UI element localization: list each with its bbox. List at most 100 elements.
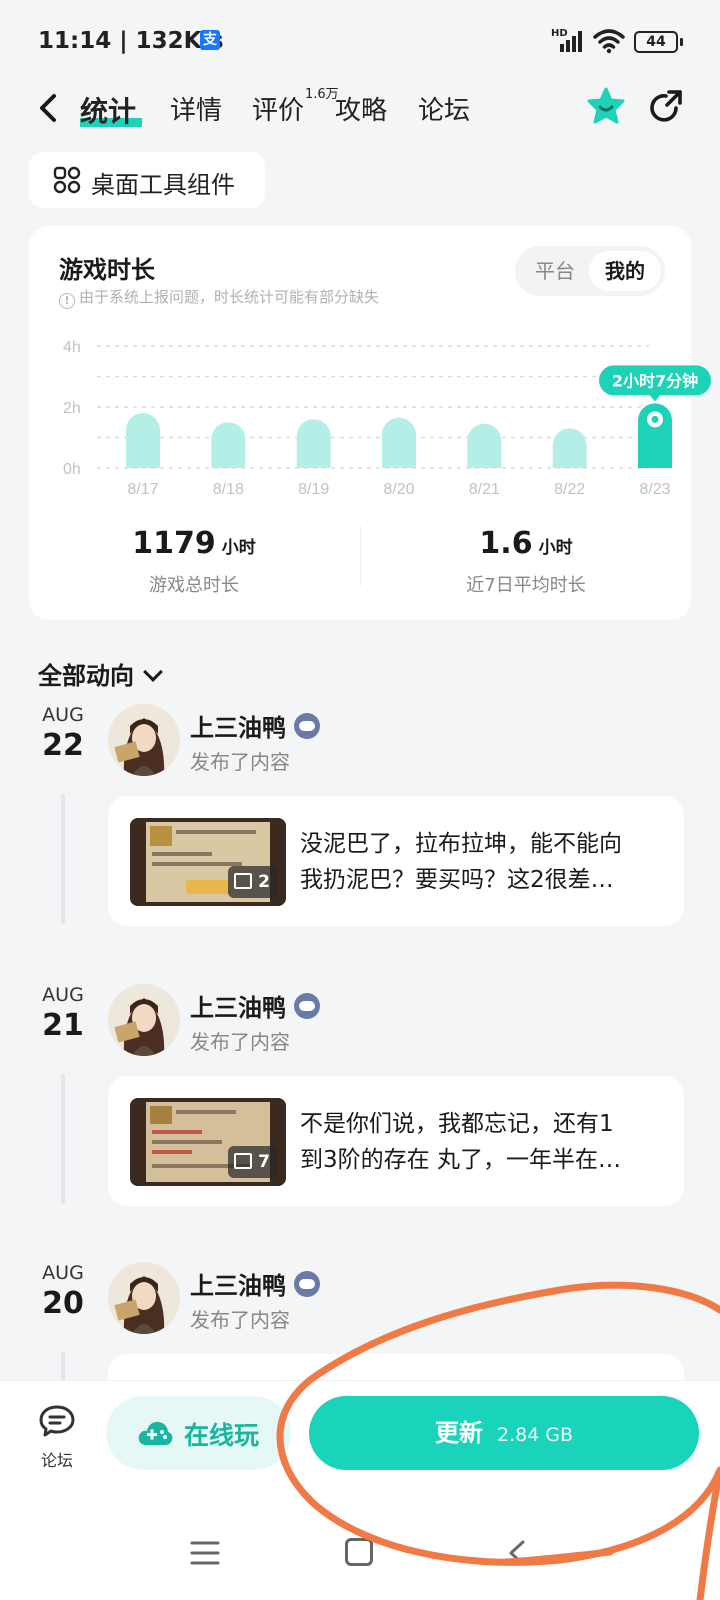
post-text-line2: 我扔泥巴？要买吗？这2很差… <box>300 867 614 893</box>
platform-toggle: 平台 我的 <box>515 246 665 296</box>
image-icon <box>234 1153 253 1169</box>
author-name[interactable]: 上三油鸭 <box>190 988 320 1023</box>
post-text: 不是你们说，我都忘记，还有1 到3阶的存在 丸了，一年半在… <box>300 1106 660 1178</box>
post-text-line1: 没泥巴了，拉布拉坤，能不能向 <box>300 831 622 857</box>
total-playtime-label: 游戏总时长 <box>149 575 239 596</box>
author-name[interactable]: 上三油鸭 <box>190 1266 320 1301</box>
grid-icon <box>53 166 81 194</box>
playtime-title: 游戏时长 <box>59 256 155 284</box>
status-time: 11:14 | 132K/s <box>38 28 224 54</box>
tab-guides[interactable]: 攻略 <box>335 90 387 127</box>
avg-playtime-value: 1.6 <box>479 526 533 561</box>
image-count-value: 7 <box>258 1152 270 1172</box>
avatar-image <box>108 984 180 1056</box>
gamepad-badge-icon <box>294 713 320 739</box>
feed-item: AUG 22 上三油鸭 发布了内容 2 没泥巴了，拉布拉坤，能不能向 我扔泥巴？… <box>0 704 720 944</box>
menu-icon[interactable] <box>190 1540 220 1566</box>
chat-bubble-icon <box>39 1405 75 1437</box>
chart-x-tick-label: 8/23 <box>639 481 670 498</box>
nav-back-icon[interactable] <box>505 1540 529 1566</box>
image-count-badge: 7 <box>228 1146 278 1178</box>
tab-stats-label: 统计 <box>80 95 137 128</box>
chart-y-tick-label: 2h <box>63 400 81 417</box>
chart-highlight-pointer <box>649 394 661 402</box>
feed-filter-label: 全部动向 <box>38 662 134 690</box>
chart-bar <box>211 422 246 468</box>
gamepad-badge-icon <box>294 993 320 1019</box>
chart-highlight-dot-center <box>651 415 659 423</box>
post-text-line1: 不是你们说，我都忘记，还有1 <box>300 1111 614 1137</box>
feed-filter-dropdown[interactable]: 全部动向 <box>38 656 163 691</box>
timeline-line <box>61 1074 65 1204</box>
author-name[interactable]: 上三油鸭 <box>190 708 320 743</box>
avg-playtime-unit: 小时 <box>538 538 573 558</box>
post-thumbnail: 2 <box>130 818 286 906</box>
star-icon[interactable] <box>586 86 626 126</box>
feed-action-text: 发布了内容 <box>190 750 290 774</box>
avg-playtime-label: 近7日平均时长 <box>466 575 586 596</box>
chevron-down-icon <box>143 662 163 682</box>
update-size: 2.84 GB <box>496 1424 574 1446</box>
tab-reviews[interactable]: 评价 <box>252 90 304 127</box>
chart-bar <box>552 428 587 468</box>
feed-action-text: 发布了内容 <box>190 1308 290 1332</box>
tab-stats[interactable]: 统计 <box>80 90 136 130</box>
avatar[interactable] <box>108 984 180 1056</box>
feed-action-text: 发布了内容 <box>190 1030 290 1054</box>
play-online-label: 在线玩 <box>184 1421 260 1450</box>
chart-bar <box>126 413 160 468</box>
home-icon[interactable] <box>345 1538 373 1566</box>
chart-x-tick-label: 8/20 <box>383 481 414 498</box>
playtime-note-text: 由于系统上报问题，时长统计可能有部分缺失 <box>79 288 380 306</box>
desktop-widget-button[interactable]: 桌面工具组件 <box>29 152 265 208</box>
total-playtime-value: 1179 <box>132 526 216 561</box>
post-card[interactable]: 7 不是你们说，我都忘记，还有1 到3阶的存在 丸了，一年半在… <box>108 1076 684 1206</box>
author-name-label: 上三油鸭 <box>190 1272 286 1300</box>
share-icon[interactable] <box>646 88 686 128</box>
chart-y-tick-label: 4h <box>63 339 81 356</box>
gamepad-badge-icon <box>294 1271 320 1297</box>
post-thumbnail: 7 <box>130 1098 286 1186</box>
total-playtime: 1179 小时 游戏总时长 <box>29 526 359 597</box>
chart-bar <box>467 423 502 468</box>
forum-label: 论坛 <box>40 1451 73 1470</box>
playtime-chart: 0h 2h 4h 8/17 8/18 8/19 8/20 8/21 8/22 8/23 2小时7分钟 <box>63 339 711 498</box>
feed-date-month: AUG <box>42 704 84 726</box>
image-count-value: 2 <box>258 872 270 892</box>
toggle-mine[interactable]: 我的 <box>589 251 661 291</box>
feed-date-month: AUG <box>42 1262 84 1284</box>
timeline-line <box>61 794 65 924</box>
update-button[interactable]: 更新 2.84 GB <box>309 1396 699 1470</box>
post-card[interactable]: 2 没泥巴了，拉布拉坤，能不能向 我扔泥巴？要买吗？这2很差… <box>108 796 684 926</box>
wifi-icon <box>593 29 625 54</box>
feed-date-day: 20 <box>42 1286 84 1321</box>
avatar-image <box>108 1262 180 1334</box>
image-icon <box>234 873 253 889</box>
chart-bar <box>296 419 331 468</box>
signal-icon <box>560 31 582 52</box>
battery-indicator: 44 <box>634 31 683 53</box>
reviews-count-badge: 1.6万 <box>305 87 339 102</box>
update-label: 更新 <box>434 1419 483 1447</box>
playtime-card: 游戏时长 ! 由于系统上报问题，时长统计可能有部分缺失 平台 我的 0h 2h 4h 8… <box>29 226 711 620</box>
tab-forum[interactable]: 论坛 <box>418 90 470 127</box>
avatar[interactable] <box>108 1262 180 1334</box>
author-name-label: 上三油鸭 <box>190 714 286 742</box>
chart-x-tick-label: 8/21 <box>469 481 500 498</box>
alipay-icon: 支 <box>200 30 220 50</box>
tab-details[interactable]: 详情 <box>170 90 222 127</box>
cloud-gamepad-icon <box>138 1421 173 1445</box>
chart-x-tick-label: 8/22 <box>554 481 585 498</box>
forum-button[interactable]: 论坛 <box>32 1403 82 1473</box>
playtime-note: ! 由于系统上报问题，时长统计可能有部分缺失 <box>59 286 379 309</box>
post-text-line2: 到3阶的存在 丸了，一年半在… <box>300 1147 621 1173</box>
chart-x-tick-label: 8/17 <box>127 481 158 498</box>
play-online-button[interactable]: 在线玩 <box>106 1396 291 1470</box>
back-icon[interactable] <box>30 86 70 130</box>
post-text: 没泥巴了，拉布拉坤，能不能向 我扔泥巴？要买吗？这2很差… <box>300 826 660 898</box>
avatar[interactable] <box>108 704 180 776</box>
info-icon: ! <box>59 293 75 309</box>
toggle-platform[interactable]: 平台 <box>519 251 591 291</box>
feed-date-day: 21 <box>42 1008 84 1043</box>
status-bar: 11:14 | 132K/s 支 HD 44 <box>0 0 720 80</box>
